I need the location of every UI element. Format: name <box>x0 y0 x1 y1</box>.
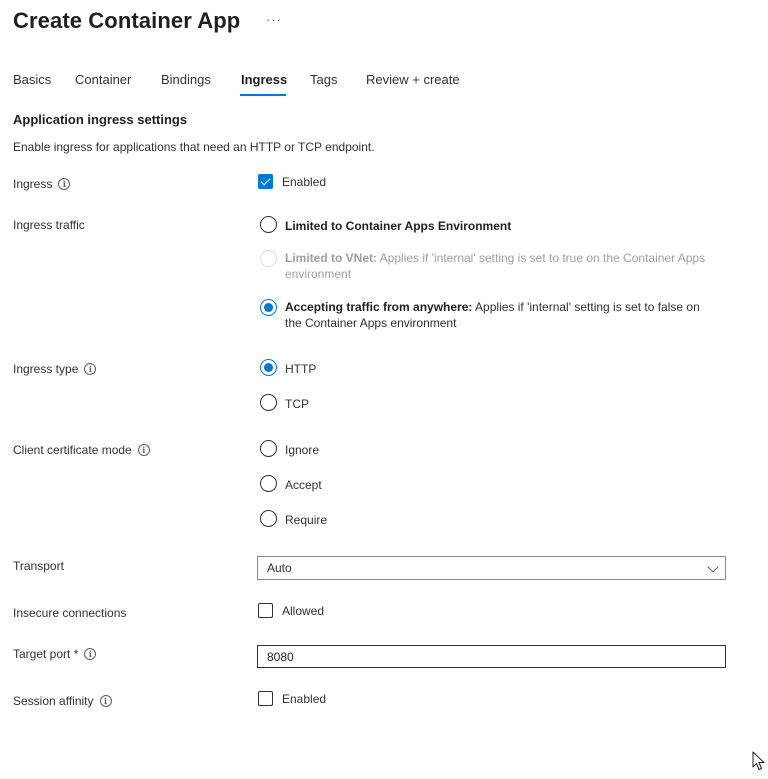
option-title: Limited to VNet: <box>285 251 377 265</box>
radio-selected-icon[interactable] <box>260 359 277 376</box>
chevron-down-icon[interactable] <box>707 561 719 573</box>
checkbox-checked-icon[interactable] <box>258 174 273 189</box>
option-label: Accept <box>285 478 322 492</box>
checkbox-icon[interactable] <box>258 691 273 706</box>
info-icon[interactable]: i <box>84 648 97 660</box>
insecure-connections-checkbox[interactable]: Allowed <box>258 603 324 618</box>
option-label: HTTP <box>285 362 317 376</box>
radio-ignore[interactable]: Ignore <box>260 440 715 458</box>
option-title: Limited to Container Apps Environment <box>285 219 512 233</box>
ingress-type-label: Ingress type i <box>13 362 97 376</box>
radio-icon[interactable] <box>260 394 277 411</box>
tab-bindings[interactable]: Bindings <box>161 72 211 87</box>
section-title: Application ingress settings <box>13 112 188 127</box>
radio-icon[interactable] <box>260 475 277 492</box>
ingress-traffic-label: Ingress traffic <box>13 218 85 232</box>
info-icon[interactable]: i <box>84 363 97 375</box>
ingress-label-text: Ingress <box>13 177 53 191</box>
radio-require[interactable]: Require <box>260 510 715 528</box>
session-affinity-checkbox-label: Enabled <box>282 691 327 706</box>
info-icon[interactable]: i <box>99 695 112 707</box>
radio-selected-icon[interactable] <box>260 299 277 316</box>
tab-basics[interactable]: Basics <box>13 72 51 87</box>
target-port-label-text: Target port * <box>13 647 79 661</box>
insecure-connections-label: Insecure connections <box>13 606 126 620</box>
client-certificate-mode-label-text: Client certificate mode <box>13 443 132 457</box>
radio-icon[interactable] <box>260 216 277 233</box>
ingress-enabled-label: Enabled <box>282 174 327 189</box>
radio-http[interactable]: HTTP <box>260 359 715 377</box>
ingress-enabled-checkbox[interactable]: Enabled <box>258 174 326 189</box>
transport-dropdown[interactable]: Auto <box>257 556 726 580</box>
ingress-type-label-text: Ingress type <box>13 362 79 376</box>
session-affinity-checkbox[interactable]: Enabled <box>258 691 326 706</box>
radio-accept[interactable]: Accept <box>260 475 715 493</box>
radio-tcp[interactable]: TCP <box>260 394 715 412</box>
transport-label: Transport <box>13 559 64 573</box>
info-icon[interactable]: i <box>137 444 150 456</box>
radio-accepting-from-anywhere[interactable]: Accepting traffic from anywhere: Applies… <box>260 299 715 331</box>
section-description: Enable ingress for applications that nee… <box>13 140 375 154</box>
radio-limited-to-environment[interactable]: Limited to Container Apps Environment <box>260 216 715 234</box>
tab-tags[interactable]: Tags <box>310 72 337 87</box>
target-port-input[interactable] <box>257 645 726 668</box>
tab-container[interactable]: Container <box>75 72 131 87</box>
more-options-icon[interactable]: ··· <box>266 12 282 27</box>
page-title: Create Container App <box>13 8 241 33</box>
target-port-label: Target port * i <box>13 647 97 661</box>
radio-disabled-icon <box>260 250 277 267</box>
radio-limited-to-vnet: Limited to VNet: Applies if 'internal' s… <box>260 250 715 282</box>
transport-value: Auto <box>267 561 292 575</box>
mouse-pointer-icon <box>752 751 765 770</box>
session-affinity-label: Session affinity i <box>13 694 112 708</box>
radio-icon[interactable] <box>260 440 277 457</box>
session-affinity-label-text: Session affinity <box>13 694 94 708</box>
transport-label-text: Transport <box>13 559 64 573</box>
option-label: TCP <box>285 397 309 411</box>
tab-review-create[interactable]: Review + create <box>366 72 460 87</box>
insecure-connections-label-text: Insecure connections <box>13 606 127 620</box>
insecure-connections-checkbox-label: Allowed <box>282 603 325 618</box>
checkbox-icon[interactable] <box>258 603 273 618</box>
ingress-label: Ingress i <box>13 177 71 191</box>
option-label: Ignore <box>285 443 320 457</box>
option-title: Accepting traffic from anywhere: <box>285 300 473 314</box>
ingress-traffic-label-text: Ingress traffic <box>13 218 85 232</box>
info-icon[interactable]: i <box>58 178 71 190</box>
radio-icon[interactable] <box>260 510 277 527</box>
client-certificate-mode-label: Client certificate mode i <box>13 443 150 457</box>
option-label: Require <box>285 513 328 527</box>
tab-ingress[interactable]: Ingress <box>241 72 287 87</box>
active-tab-indicator <box>240 94 286 96</box>
